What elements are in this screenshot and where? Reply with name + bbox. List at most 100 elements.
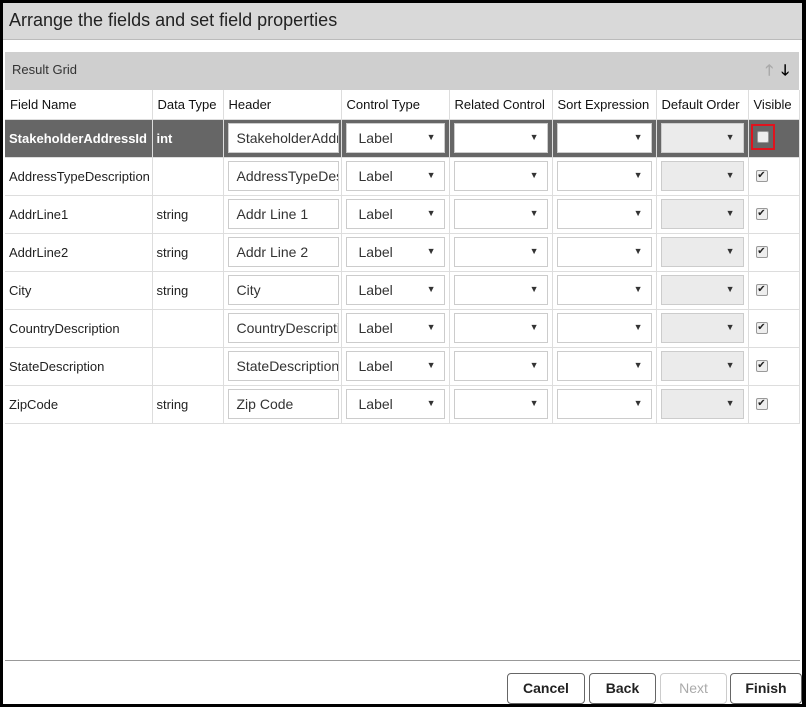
- default-order-select[interactable]: ▼: [660, 123, 744, 153]
- control-type-select[interactable]: Label ▼: [345, 275, 445, 305]
- default-order-select[interactable]: ▼: [660, 199, 744, 229]
- caret-down-icon: ▼: [426, 360, 436, 370]
- sort-expression-select[interactable]: ▼: [556, 123, 652, 153]
- caret-down-icon: ▼: [633, 322, 643, 332]
- sort-expression-select[interactable]: ▼: [556, 313, 652, 343]
- table-row[interactable]: City string City Label ▼ ▼ ▼ ▼ ✔: [5, 271, 800, 310]
- header-input[interactable]: AddressTypeDescription: [227, 161, 339, 191]
- caret-down-icon: ▼: [426, 132, 436, 142]
- related-control-select[interactable]: ▼: [453, 313, 548, 343]
- caret-down-icon: ▼: [529, 170, 539, 180]
- field-name: CountryDescription: [5, 309, 153, 348]
- control-type-select[interactable]: Label ▼: [345, 313, 445, 343]
- default-order-select[interactable]: ▼: [660, 237, 744, 267]
- table-row[interactable]: StakeholderAddressId int StakeholderAddr…: [5, 119, 800, 158]
- column-header: Control Type: [341, 90, 450, 120]
- caret-down-icon: ▼: [633, 170, 643, 180]
- default-order-select[interactable]: ▼: [660, 351, 744, 381]
- caret-down-icon: ▼: [529, 246, 539, 256]
- arrow-down-icon[interactable]: 🡓: [781, 62, 789, 79]
- control-type-select[interactable]: Label ▼: [345, 389, 445, 419]
- caret-down-icon: ▼: [426, 246, 436, 256]
- visible-checkbox[interactable]: ✔: [755, 360, 768, 372]
- related-control-select[interactable]: ▼: [453, 199, 548, 229]
- data-type: string: [152, 233, 224, 272]
- related-control-select[interactable]: ▼: [453, 237, 548, 267]
- sort-expression-select[interactable]: ▼: [556, 237, 652, 267]
- control-type-select[interactable]: Label ▼: [345, 199, 445, 229]
- related-control-select[interactable]: ▼: [453, 161, 548, 191]
- finish-button[interactable]: Finish: [730, 673, 802, 704]
- caret-down-icon: ▼: [529, 284, 539, 294]
- dialog: Arrange the fields and set field propert…: [0, 0, 806, 707]
- control-type-value: Label: [358, 244, 393, 260]
- table-row[interactable]: StateDescription StateDescription Label ▼…: [5, 347, 800, 386]
- back-button[interactable]: Back: [589, 673, 656, 704]
- table-row[interactable]: AddressTypeDescription AddressTypeDescri…: [5, 157, 800, 196]
- header-input[interactable]: StateDescription: [227, 351, 339, 381]
- footer-divider: [5, 660, 800, 661]
- default-order-select[interactable]: ▼: [660, 389, 744, 419]
- data-type: [152, 309, 224, 348]
- header-input[interactable]: Addr Line 1: [227, 199, 339, 229]
- table-row[interactable]: ZipCode string Zip Code Label ▼ ▼ ▼ ▼ ✔: [5, 385, 800, 424]
- default-order-select[interactable]: ▼: [660, 161, 744, 191]
- header-input[interactable]: City: [227, 275, 339, 305]
- caret-down-icon: ▼: [725, 246, 735, 256]
- result-grid-bar: Result Grid 🡑 🡓: [5, 52, 799, 90]
- sort-expression-select[interactable]: ▼: [556, 161, 652, 191]
- related-control-select[interactable]: ▼: [453, 351, 548, 381]
- arrow-up-icon[interactable]: 🡑: [765, 62, 773, 79]
- visible-checkbox[interactable]: ✔: [755, 284, 768, 296]
- table-row[interactable]: AddrLine1 string Addr Line 1 Label ▼ ▼ ▼ …: [5, 195, 800, 234]
- visible-checkbox[interactable]: ✔: [755, 398, 768, 410]
- control-type-select[interactable]: Label ▼: [345, 351, 445, 381]
- visible-checkbox[interactable]: ✔: [755, 322, 768, 334]
- field-name: AddrLine1: [5, 195, 153, 234]
- caret-down-icon: ▼: [633, 398, 643, 408]
- data-type: string: [152, 271, 224, 310]
- caret-down-icon: ▼: [725, 398, 735, 408]
- caret-down-icon: ▼: [633, 360, 643, 370]
- field-name: City: [5, 271, 153, 310]
- next-button[interactable]: Next: [660, 673, 727, 704]
- visible-checkbox[interactable]: ✔: [755, 170, 768, 182]
- header-input[interactable]: Addr Line 2: [227, 237, 339, 267]
- control-type-select[interactable]: Label ▼: [345, 123, 445, 153]
- default-order-select[interactable]: ▼: [660, 275, 744, 305]
- control-type-select[interactable]: Label ▼: [345, 161, 445, 191]
- control-type-select[interactable]: Label ▼: [345, 237, 445, 267]
- caret-down-icon: ▼: [426, 208, 436, 218]
- control-type-value: Label: [358, 320, 393, 336]
- caret-down-icon: ▼: [633, 284, 643, 294]
- table-row[interactable]: AddrLine2 string Addr Line 2 Label ▼ ▼ ▼ …: [5, 233, 800, 272]
- caret-down-icon: ▼: [426, 170, 436, 180]
- related-control-select[interactable]: ▼: [453, 123, 548, 153]
- caret-down-icon: ▼: [725, 170, 735, 180]
- control-type-value: Label: [358, 396, 393, 412]
- caret-down-icon: ▼: [725, 284, 735, 294]
- control-type-value: Label: [358, 130, 393, 146]
- sort-expression-select[interactable]: ▼: [556, 351, 652, 381]
- sort-expression-select[interactable]: ▼: [556, 389, 652, 419]
- sort-expression-select[interactable]: ▼: [556, 275, 652, 305]
- visible-checkbox[interactable]: ✔: [755, 246, 768, 258]
- sort-expression-select[interactable]: ▼: [556, 199, 652, 229]
- field-name: AddressTypeDescription: [5, 157, 153, 196]
- related-control-select[interactable]: ▼: [453, 275, 548, 305]
- related-control-select[interactable]: ▼: [453, 389, 548, 419]
- cancel-button[interactable]: Cancel: [507, 673, 585, 704]
- header-input[interactable]: Zip Code: [227, 389, 339, 419]
- header-input[interactable]: CountryDescription: [227, 313, 339, 343]
- visible-checkbox[interactable]: ✔: [755, 208, 768, 220]
- header-input[interactable]: StakeholderAddressId: [227, 123, 339, 153]
- data-type: string: [152, 385, 224, 424]
- field-name: ZipCode: [5, 385, 153, 424]
- caret-down-icon: ▼: [529, 322, 539, 332]
- visible-checkbox[interactable]: [756, 130, 769, 143]
- default-order-select[interactable]: ▼: [660, 313, 744, 343]
- column-header: Default Order: [656, 90, 749, 120]
- caret-down-icon: ▼: [725, 322, 735, 332]
- table-row[interactable]: CountryDescription CountryDescription La…: [5, 309, 800, 348]
- caret-down-icon: ▼: [426, 284, 436, 294]
